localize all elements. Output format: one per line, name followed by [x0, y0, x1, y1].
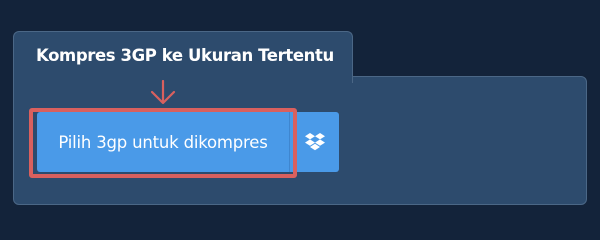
tab-title: Kompres 3GP ke Ukuran Tertentu	[36, 46, 334, 65]
dropbox-icon	[304, 133, 325, 151]
dropbox-button[interactable]	[289, 112, 339, 172]
page: Kompres 3GP ke Ukuran Tertentu Pilih 3gp…	[0, 0, 600, 230]
tab-panel-seam	[14, 75, 352, 78]
arrow-down-icon	[150, 80, 176, 105]
choose-file-button[interactable]: Pilih 3gp untuk dikompres	[37, 112, 289, 172]
